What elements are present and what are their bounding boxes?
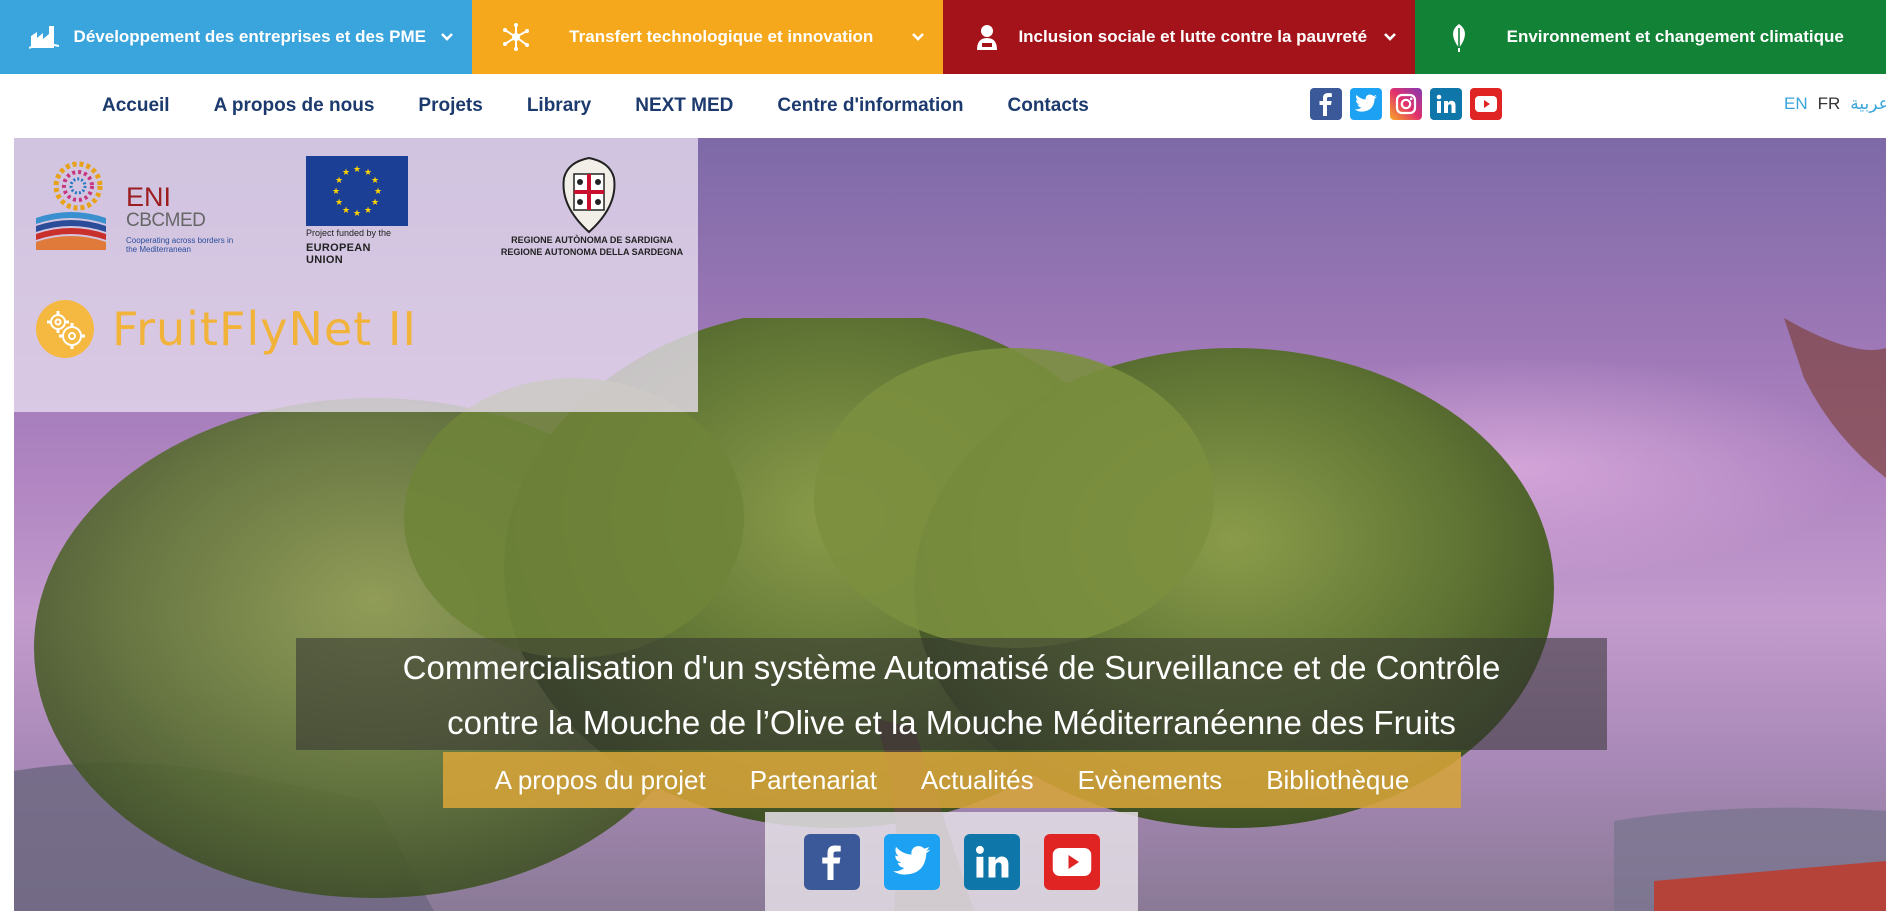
instagram-icon[interactable] — [1390, 88, 1422, 120]
svg-text:★: ★ — [335, 198, 343, 208]
project-title: FruitFlyNet II — [112, 302, 417, 356]
hero-banner: ENI CBCMED Cooperating across borders in… — [14, 138, 1886, 911]
headline-line-2: contre la Mouche de l’Olive et la Mouche… — [447, 704, 1456, 741]
linkedin-icon[interactable] — [963, 833, 1020, 890]
theme-tab-label: Environnement et changement climatique — [1506, 27, 1844, 46]
project-headline: Commercialisation d'un système Automatis… — [296, 638, 1607, 750]
theme-tab-technology[interactable]: Transfert technologique et innovation — [471, 0, 943, 74]
project-menu-events[interactable]: Evènements — [1078, 765, 1223, 796]
language-switcher: EN FR عربية — [1784, 94, 1886, 114]
eni-logo-text: ENI — [126, 182, 172, 212]
theme-tab-label: Développement des entreprises et des PME — [73, 27, 426, 46]
person-icon — [967, 17, 1007, 57]
chevron-down-icon[interactable] — [907, 26, 929, 48]
project-social-links — [765, 812, 1138, 911]
language-en[interactable]: EN — [1784, 94, 1808, 114]
theme-tab-label: Transfert technologique et innovation — [569, 27, 874, 46]
language-ar[interactable]: عربية — [1850, 94, 1886, 114]
nav-item-next-med[interactable]: NEXT MED — [635, 95, 733, 117]
youtube-icon[interactable] — [1470, 88, 1502, 120]
eu-caption-funded: Project funded by the — [306, 228, 392, 238]
svg-text:★: ★ — [353, 165, 361, 175]
facebook-icon[interactable] — [803, 833, 860, 890]
nav-item-accueil[interactable]: Accueil — [102, 95, 170, 117]
svg-text:★: ★ — [342, 206, 350, 216]
project-menu-partnership[interactable]: Partenariat — [750, 765, 877, 796]
facebook-icon[interactable] — [1310, 88, 1342, 120]
sardegna-caption-1: REGIONE AUTÒNOMA DE SARDIGNA — [511, 235, 673, 245]
nav-item-centre-information[interactable]: Centre d'information — [777, 95, 963, 117]
svg-text:★: ★ — [371, 198, 379, 208]
nav-item-projets[interactable]: Projets — [418, 95, 482, 117]
theme-tab-enterprises[interactable]: Développement des entreprises et des PME — [0, 0, 472, 74]
eu-flag-logo: ★ ★ ★ ★ ★ ★ ★ ★ ★ ★ ★ ★ — [306, 156, 408, 226]
leaf-icon — [1439, 17, 1479, 57]
twitter-icon[interactable] — [1350, 88, 1382, 120]
chevron-down-icon[interactable] — [1379, 26, 1401, 48]
svg-text:★: ★ — [353, 209, 361, 219]
gears-icon — [36, 300, 94, 358]
nav-item-contacts[interactable]: Contacts — [1008, 95, 1089, 117]
twitter-icon[interactable] — [883, 833, 940, 890]
svg-text:★: ★ — [374, 187, 382, 197]
project-menu-library[interactable]: Bibliothèque — [1266, 765, 1409, 796]
svg-text:★: ★ — [342, 168, 350, 178]
theme-tab-environment[interactable]: Environnement et changement climatique — [1414, 0, 1886, 74]
headline-line-1: Commercialisation d'un système Automatis… — [402, 649, 1501, 686]
project-menu-news[interactable]: Actualités — [921, 765, 1034, 796]
svg-text:★: ★ — [364, 206, 372, 216]
nav-item-library[interactable]: Library — [527, 95, 591, 117]
eu-caption-union: EUROPEAN UNION — [306, 242, 371, 266]
partner-logos-panel: ENI CBCMED Cooperating across borders in… — [14, 138, 698, 412]
header-social-links — [1310, 88, 1502, 120]
main-navigation: Accueil A propos de nous Projets Library… — [0, 74, 1886, 138]
theme-tab-inclusion[interactable]: Inclusion sociale et lutte contre la pau… — [943, 0, 1415, 74]
svg-text:★: ★ — [371, 176, 379, 186]
factory-icon — [24, 17, 64, 57]
project-menu: A propos du projet Partenariat Actualité… — [443, 752, 1461, 808]
sardegna-caption-2: REGIONE AUTONOMA DELLA SARDEGNA — [500, 247, 684, 257]
network-icon — [496, 17, 536, 57]
language-fr[interactable]: FR — [1818, 94, 1841, 114]
youtube-icon[interactable] — [1043, 833, 1100, 890]
nav-links: Accueil A propos de nous Projets Library… — [102, 95, 1133, 117]
linkedin-icon[interactable] — [1430, 88, 1462, 120]
eni-tagline: Cooperating across borders in the Medite… — [126, 236, 234, 254]
chevron-down-icon[interactable] — [436, 26, 458, 48]
sardegna-crest-logo — [562, 156, 616, 234]
thematic-bar: Développement des entreprises et des PME… — [0, 0, 1886, 74]
theme-tab-label: Inclusion sociale et lutte contre la pau… — [1018, 27, 1368, 46]
cbcmed-logo-text: CBCMED — [126, 210, 206, 231]
svg-text:★: ★ — [332, 187, 340, 197]
project-menu-about[interactable]: A propos du projet — [495, 765, 706, 796]
nav-item-a-propos[interactable]: A propos de nous — [214, 95, 375, 117]
